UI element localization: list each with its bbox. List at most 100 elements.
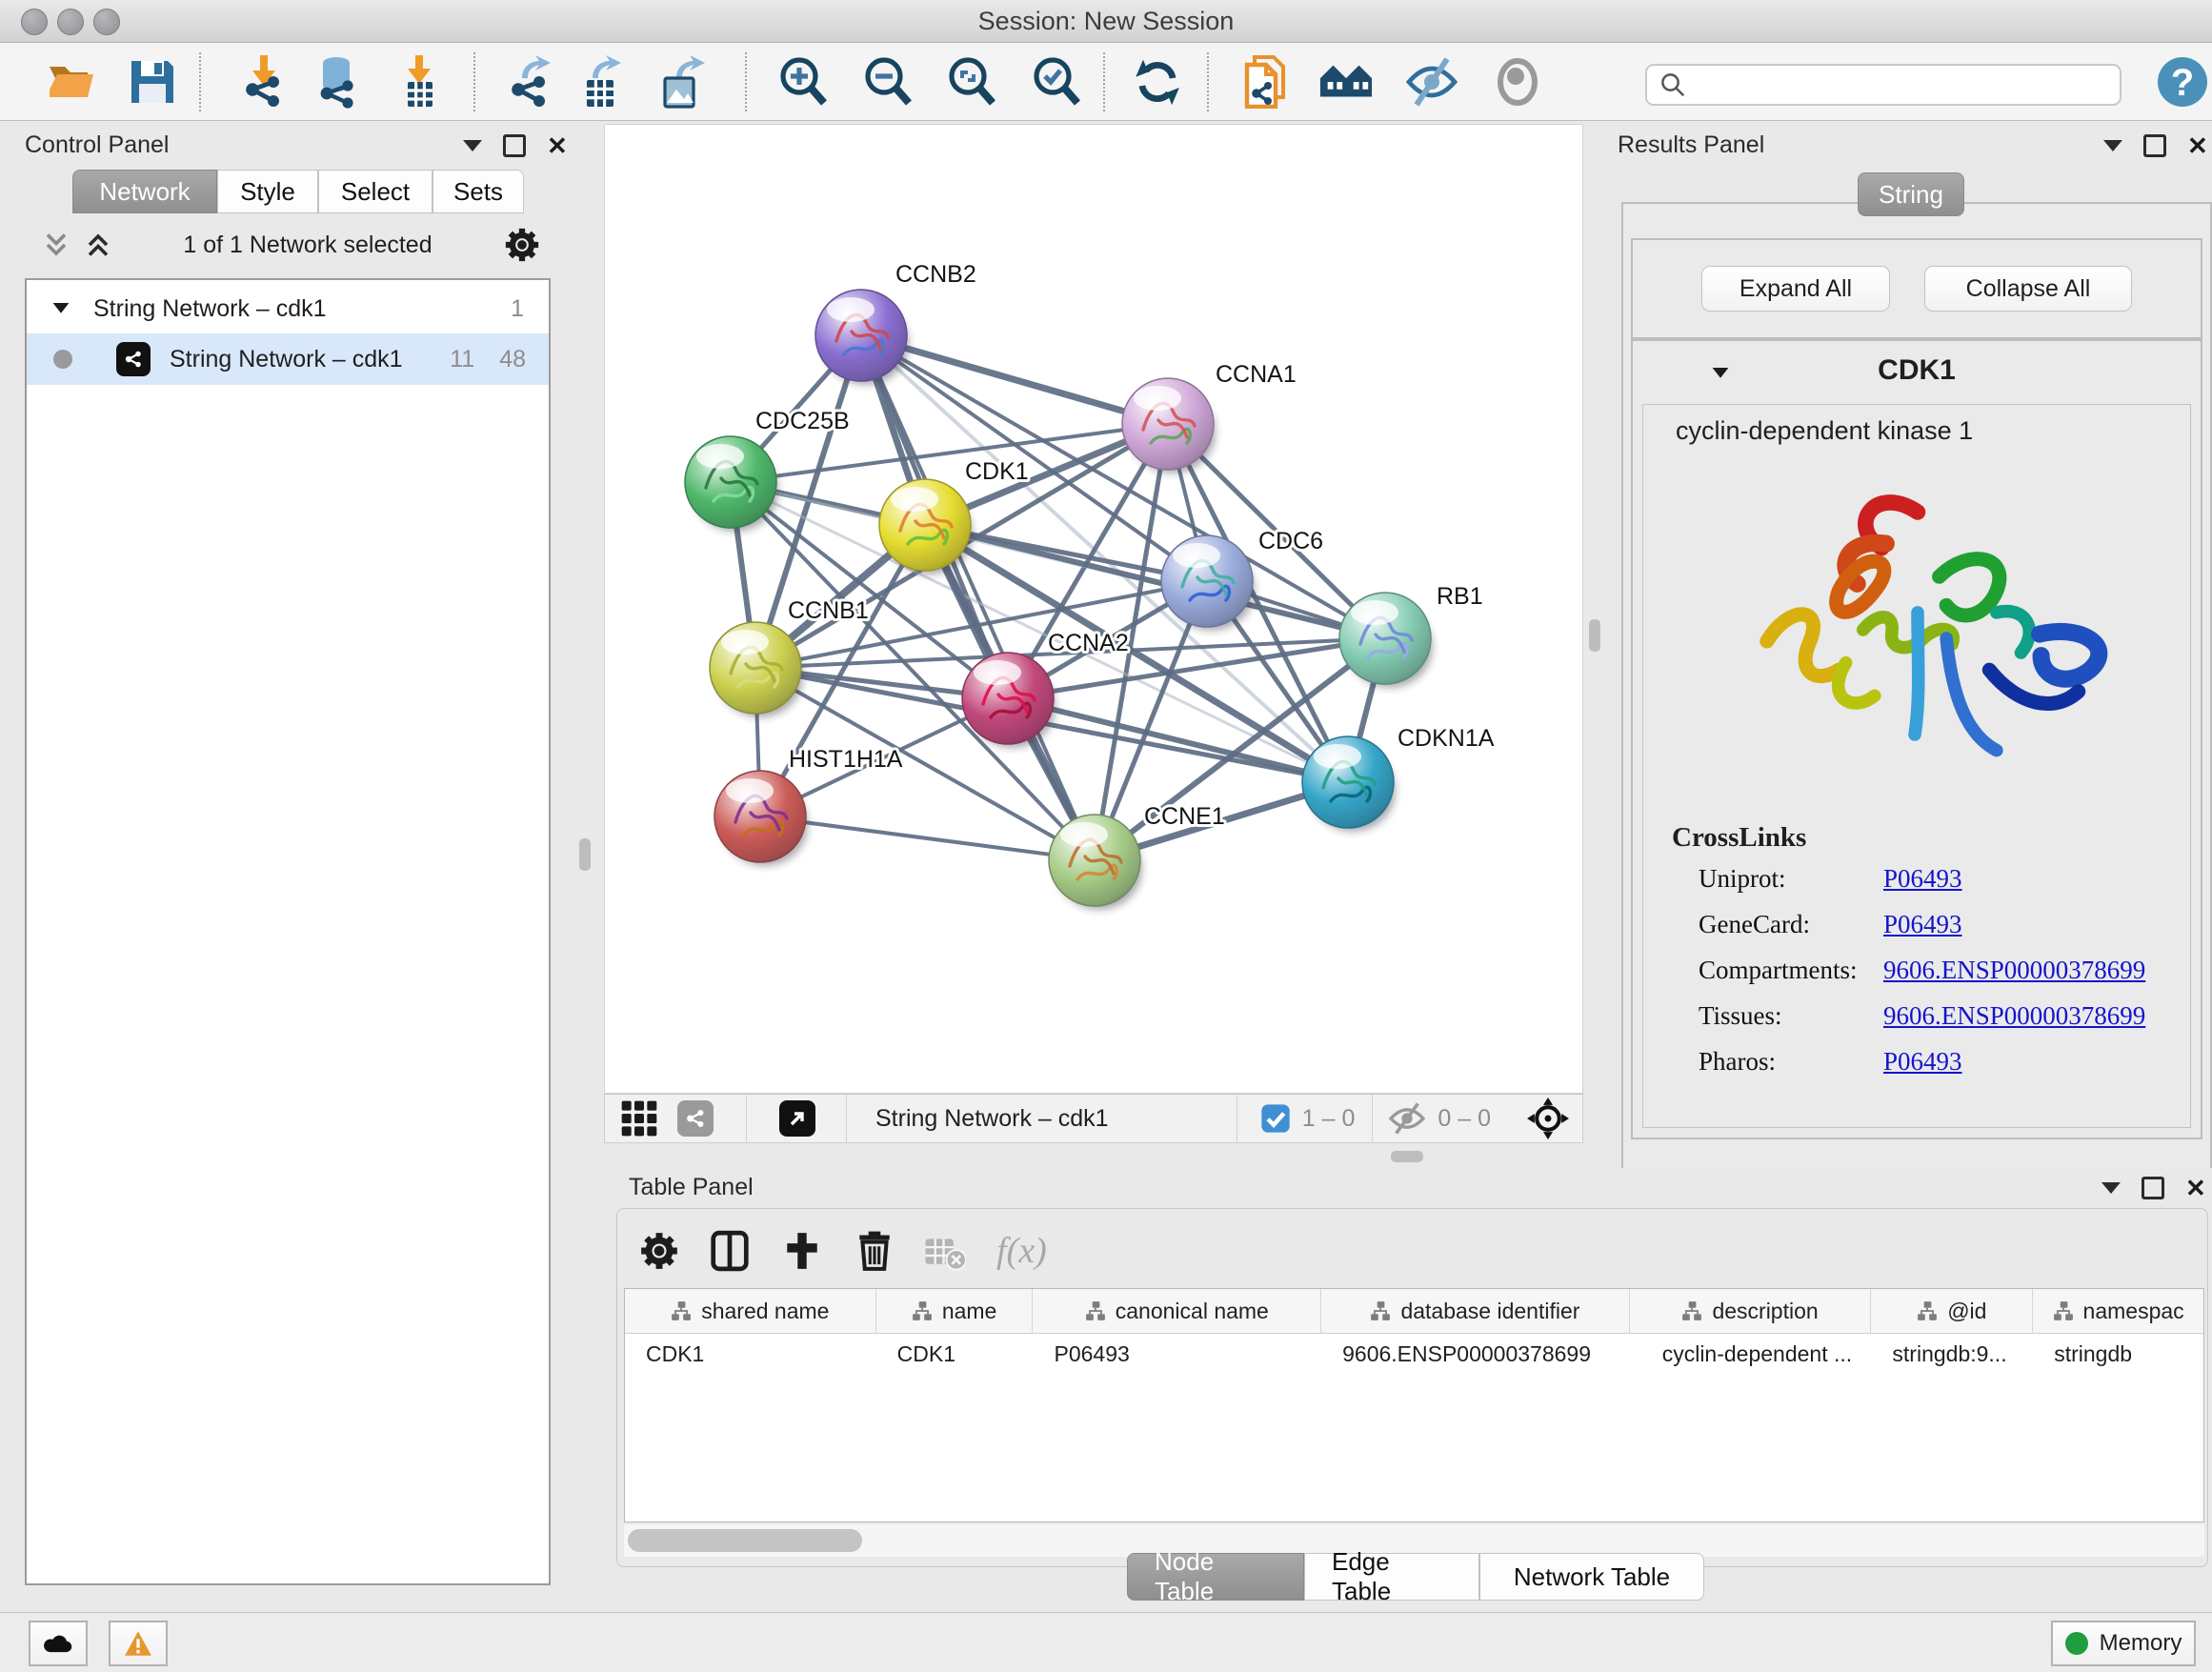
grid-view-icon[interactable] xyxy=(620,1099,658,1138)
cloud-status-button[interactable] xyxy=(29,1621,88,1666)
column-header[interactable]: shared name xyxy=(625,1289,876,1333)
warnings-button[interactable] xyxy=(109,1621,168,1666)
open-session-icon[interactable] xyxy=(43,54,98,110)
export-image-icon[interactable] xyxy=(653,54,708,110)
gene-description: cyclin-dependent kinase 1 xyxy=(1676,416,1973,446)
collapse-all-button[interactable]: Collapse All xyxy=(1924,266,2132,312)
network-canvas[interactable]: CCNB2CCNA1CDC25BCDK1CDC6RB1CCNB1CCNA2CDK… xyxy=(604,124,1583,1094)
table-panel-close-icon[interactable]: ✕ xyxy=(2185,1176,2206,1200)
right-splitter-handle[interactable] xyxy=(1589,619,1600,652)
collapse-all-chevron-icon[interactable] xyxy=(42,231,70,259)
tab-sets[interactable]: Sets xyxy=(432,170,524,213)
column-header[interactable]: database identifier xyxy=(1321,1289,1630,1333)
crosslink-pharos-link[interactable]: P06493 xyxy=(1883,1047,1962,1077)
birds-eye-crosshair-icon[interactable] xyxy=(1527,1098,1569,1139)
crosslink-compartments-link[interactable]: 9606.ENSP00000378699 xyxy=(1883,956,2145,985)
collection-expand-caret-icon[interactable] xyxy=(50,297,72,320)
string-view-icon[interactable] xyxy=(677,1100,714,1137)
hide-selected-eye-icon[interactable] xyxy=(1404,54,1459,110)
network-node-count: 11 xyxy=(450,346,474,373)
search-input[interactable] xyxy=(1687,71,2091,99)
zoom-fit-icon[interactable] xyxy=(944,54,999,110)
tab-node-table[interactable]: Node Table xyxy=(1127,1553,1304,1601)
cell-id[interactable]: stringdb:9... xyxy=(1871,1334,2033,1376)
tab-style[interactable]: Style xyxy=(217,170,318,213)
control-panel-tabs: Network Style Select Sets xyxy=(72,170,524,213)
zoom-out-icon[interactable] xyxy=(860,54,915,110)
results-panel-float-icon[interactable] xyxy=(2143,134,2166,157)
zoom-selected-icon[interactable] xyxy=(1029,54,1084,110)
cell-shared-name[interactable]: CDK1 xyxy=(625,1334,876,1376)
toolbar-search[interactable] xyxy=(1645,64,2122,106)
show-all-eye-icon[interactable] xyxy=(1490,54,1545,110)
delete-column-trash-icon[interactable] xyxy=(854,1230,895,1272)
node-table-header: shared name name canonical name database… xyxy=(625,1289,2203,1334)
detach-view-icon[interactable] xyxy=(779,1100,815,1137)
expand-all-button[interactable]: Expand All xyxy=(1701,266,1890,312)
left-splitter-handle[interactable] xyxy=(579,838,591,871)
hidden-eye-icon[interactable] xyxy=(1388,1102,1426,1135)
return-to-gallery-icon[interactable] xyxy=(1318,54,1374,110)
save-session-icon[interactable] xyxy=(125,54,180,110)
table-row[interactable]: CDK1 CDK1 P06493 9606.ENSP00000378699 cy… xyxy=(625,1334,2203,1376)
toolbar-separator xyxy=(1103,52,1105,111)
tab-network-table[interactable]: Network Table xyxy=(1479,1553,1704,1601)
netbar-separator xyxy=(846,1094,847,1143)
refresh-icon[interactable] xyxy=(1130,54,1185,110)
cell-database-identifier[interactable]: 9606.ENSP00000378699 xyxy=(1321,1334,1630,1376)
crosslink-genecard-link[interactable]: P06493 xyxy=(1883,910,1962,939)
help-icon[interactable]: ? xyxy=(2155,54,2210,110)
node-table[interactable]: shared name name canonical name database… xyxy=(624,1288,2204,1522)
crosslink-uniprot-link[interactable]: P06493 xyxy=(1883,864,1962,894)
network-options-gear-icon[interactable] xyxy=(503,226,541,264)
warning-icon xyxy=(124,1630,152,1657)
network-view-title: String Network – cdk1 xyxy=(875,1105,1109,1133)
horizontal-splitter-handle[interactable] xyxy=(1391,1151,1423,1162)
results-panel-title: Results Panel xyxy=(1618,131,1764,159)
column-header[interactable]: namespac xyxy=(2033,1289,2203,1333)
tab-select[interactable]: Select xyxy=(318,170,432,213)
table-options-gear-icon[interactable] xyxy=(638,1230,680,1272)
add-column-icon[interactable] xyxy=(781,1230,823,1272)
import-network-database-icon[interactable] xyxy=(311,54,366,110)
column-header[interactable]: name xyxy=(876,1289,1034,1333)
window-titlebar: Session: New Session xyxy=(0,0,2212,43)
column-header[interactable]: description xyxy=(1630,1289,1872,1333)
export-table-icon[interactable] xyxy=(573,54,628,110)
export-network-icon[interactable] xyxy=(502,54,557,110)
selected-checkbox-icon[interactable] xyxy=(1260,1103,1291,1134)
table-panel-menu-icon[interactable] xyxy=(2101,1182,2121,1194)
control-panel-close-icon[interactable]: ✕ xyxy=(547,133,568,158)
scrollbar-thumb[interactable] xyxy=(628,1529,862,1552)
string-network-graph[interactable]: CCNB2CCNA1CDC25BCDK1CDC6RB1CCNB1CCNA2CDK… xyxy=(605,125,1582,1093)
open-in-string-icon[interactable] xyxy=(1238,54,1294,110)
network-collection-row[interactable]: String Network – cdk1 1 xyxy=(27,284,549,333)
show-columns-icon[interactable] xyxy=(709,1230,751,1272)
cell-canonical-name[interactable]: P06493 xyxy=(1033,1334,1321,1376)
column-header[interactable]: canonical name xyxy=(1033,1289,1321,1333)
function-builder-icon[interactable]: f(x) xyxy=(996,1230,1047,1272)
crosslink-tissues-link[interactable]: 9606.ENSP00000378699 xyxy=(1883,1001,2145,1031)
cell-namespace[interactable]: stringdb xyxy=(2033,1334,2203,1376)
tab-string[interactable]: String xyxy=(1858,172,1964,216)
search-icon xyxy=(1659,71,1687,99)
control-panel-float-icon[interactable] xyxy=(503,134,526,157)
network-row-selected[interactable]: String Network – cdk1 11 48 xyxy=(27,333,549,385)
svg-text:RB1: RB1 xyxy=(1437,583,1483,610)
import-network-file-icon[interactable] xyxy=(236,54,292,110)
memory-button[interactable]: Memory xyxy=(2051,1621,2196,1666)
tab-network[interactable]: Network xyxy=(72,170,217,213)
cell-name[interactable]: CDK1 xyxy=(876,1334,1034,1376)
expand-all-chevron-icon[interactable] xyxy=(84,231,112,259)
cell-description[interactable]: cyclin-dependent ... xyxy=(1630,1334,1872,1376)
delete-table-icon[interactable] xyxy=(924,1234,966,1272)
window-title: Session: New Session xyxy=(0,7,2212,36)
column-header[interactable]: @id xyxy=(1871,1289,2033,1333)
results-panel-close-icon[interactable]: ✕ xyxy=(2187,133,2208,158)
zoom-in-icon[interactable] xyxy=(775,54,831,110)
table-panel-float-icon[interactable] xyxy=(2142,1177,2164,1199)
control-panel-menu-icon[interactable] xyxy=(463,140,482,151)
tab-edge-table[interactable]: Edge Table xyxy=(1304,1553,1479,1601)
results-panel-menu-icon[interactable] xyxy=(2103,140,2122,151)
import-table-file-icon[interactable] xyxy=(392,54,447,110)
